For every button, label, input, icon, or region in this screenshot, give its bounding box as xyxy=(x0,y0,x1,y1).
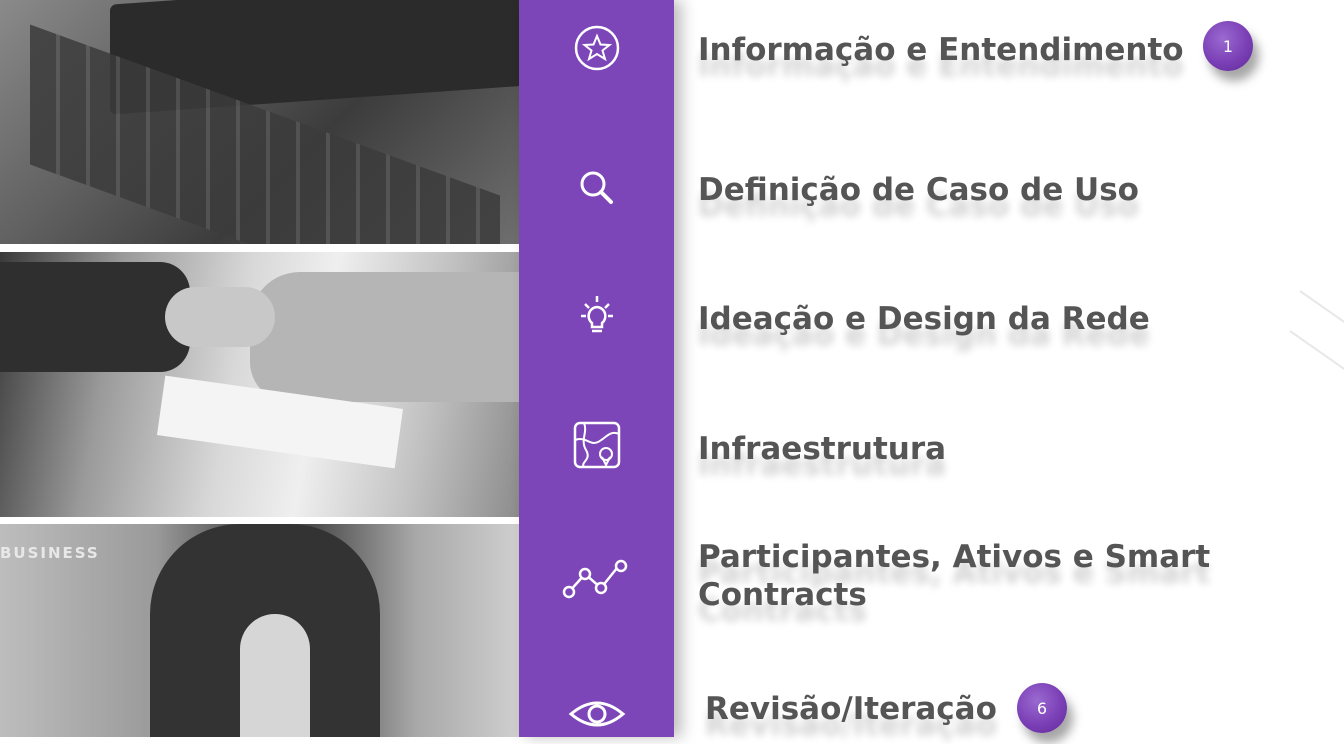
step-label-ideacao: Ideação e Design da Rede xyxy=(698,301,1150,337)
star-circle-icon xyxy=(557,18,637,78)
map-icon xyxy=(557,415,637,475)
step-label-informacao: Informação e Entendimento xyxy=(698,32,1184,68)
photo-column: BUSINESS xyxy=(0,0,519,737)
decorative-line xyxy=(1289,330,1344,372)
handshake-photo xyxy=(0,252,519,517)
step-label-caso-de-uso: Definição de Caso de Uso xyxy=(698,172,1139,208)
step-label-infraestrutura: Infraestrutura xyxy=(698,431,947,467)
connected-nodes-icon xyxy=(557,548,637,608)
eye-icon xyxy=(557,684,637,744)
business-touch-photo: BUSINESS xyxy=(0,524,519,737)
purple-icon-bar xyxy=(519,0,674,737)
step-label-participantes-line2: Contracts xyxy=(698,577,867,613)
magnifier-icon xyxy=(557,158,637,218)
touch-hand-shape xyxy=(240,614,310,737)
step-number-badge: 1 xyxy=(1203,21,1253,71)
suit-arm-shape xyxy=(0,262,190,372)
step-label-revisao: Revisão/Iteração xyxy=(705,691,997,727)
lightbulb-icon xyxy=(557,288,637,348)
decorative-line xyxy=(1299,290,1344,327)
business-text: BUSINESS xyxy=(0,544,100,562)
step-label-participantes-line1: Participantes, Ativos e Smart xyxy=(698,539,1211,575)
shirt-arm-shape xyxy=(250,272,519,402)
step-number-badge: 6 xyxy=(1017,683,1067,733)
handshake-shape xyxy=(165,287,275,347)
laptop-photo xyxy=(0,0,519,244)
